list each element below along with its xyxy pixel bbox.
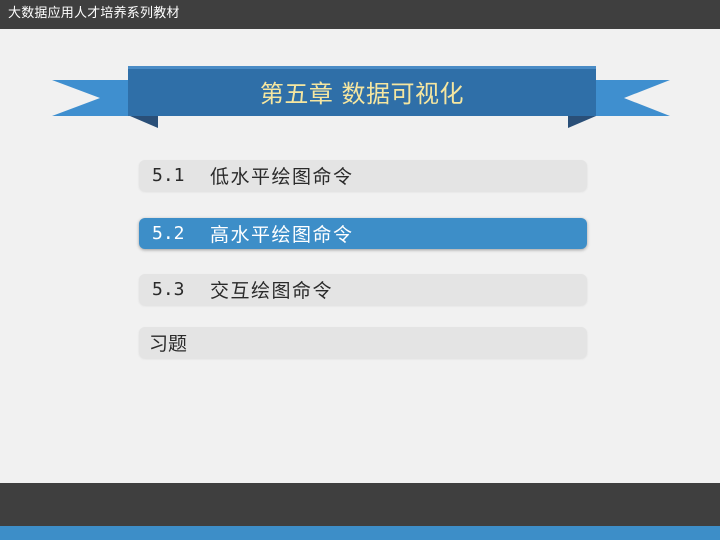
menu-item-label: 习题 xyxy=(149,333,188,355)
menu-item-label: 交互绘图命令 xyxy=(210,280,334,302)
ribbon-right-tail xyxy=(596,80,670,116)
ribbon-right-fold xyxy=(568,116,596,128)
menu-item-number: 5.2 xyxy=(152,223,185,244)
menu-item-5-3[interactable]: 5.3 交互绘图命令 xyxy=(139,274,587,305)
footer-accent-strip xyxy=(0,526,720,540)
menu-item-5-2[interactable]: 5.2 高水平绘图命令 xyxy=(139,218,587,249)
menu-item-number: 5.1 xyxy=(152,165,185,186)
ribbon-left-fold xyxy=(130,116,158,128)
chapter-title: 第五章 数据可视化 xyxy=(259,79,465,108)
menu-item-exercises[interactable]: 习题 xyxy=(139,327,587,358)
footer-bar xyxy=(0,483,720,526)
menu-item-label: 低水平绘图命令 xyxy=(210,166,354,188)
menu-item-label: 高水平绘图命令 xyxy=(210,224,354,246)
ribbon-left-tail xyxy=(52,80,130,116)
menu-item-number: 5.3 xyxy=(152,279,185,300)
menu-item-5-1[interactable]: 5.1 低水平绘图命令 xyxy=(139,160,587,191)
